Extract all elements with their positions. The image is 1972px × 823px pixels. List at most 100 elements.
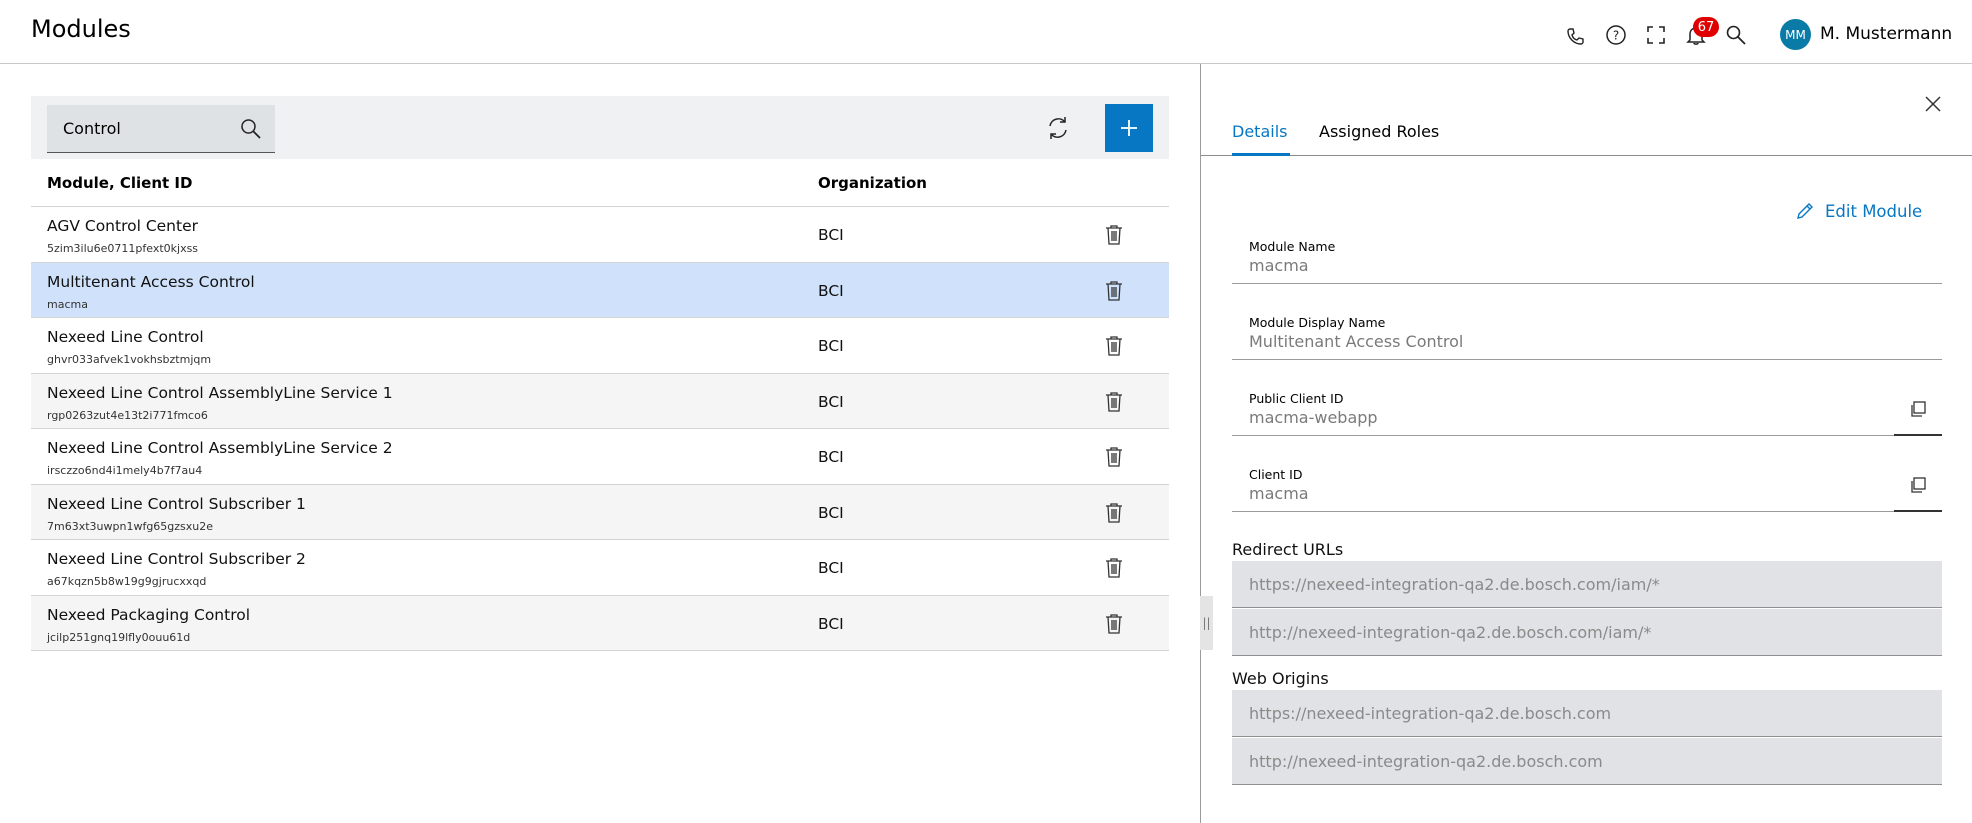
list-toolbar	[31, 96, 1169, 159]
column-header-organization[interactable]: Organization	[818, 174, 927, 192]
module-name-field: Module Name macma	[1232, 232, 1942, 284]
table-row[interactable]: Nexeed Line Control AssemblyLine Service…	[31, 429, 1169, 485]
module-client-id: a67kqzn5b8w19g9gjrucxxqd	[47, 575, 207, 588]
svg-text:?: ?	[1613, 29, 1619, 43]
redirect-url-text: http://nexeed-integration-qa2.de.bosch.c…	[1249, 623, 1652, 642]
delete-button[interactable]	[1103, 334, 1125, 358]
refresh-icon	[1049, 117, 1067, 139]
module-organization: BCI	[818, 392, 844, 411]
module-name: Multitenant Access Control	[47, 272, 255, 291]
table-row[interactable]: Nexeed Line Control Subscriber 2 a67kqzn5…	[31, 540, 1169, 596]
edit-module-label: Edit Module	[1825, 201, 1923, 221]
table-row[interactable]: AGV Control Center 5zim3ilu6e0711pfext0kj…	[31, 207, 1169, 263]
column-header-module[interactable]: Module, Client ID	[47, 174, 192, 192]
copy-icon	[1911, 401, 1926, 417]
module-name: Nexeed Line Control AssemblyLine Service…	[47, 383, 393, 402]
top-bar: Modules ? 67 MM M. Mustermann	[0, 0, 1972, 64]
module-client-id: 7m63xt3uwpn1wfg65gzsxu2e	[47, 519, 214, 533]
module-organization: BCI	[818, 226, 844, 244]
table-row[interactable]: Nexeed Line Control ghvr033afvek1vokhsbzt…	[31, 318, 1169, 374]
web-origin-text: https://nexeed-integration-qa2.de.bosch.…	[1249, 704, 1612, 723]
module-client-id: irsczzo6nd4i1mely4b7f7au4	[47, 464, 203, 477]
delete-button[interactable]	[1103, 612, 1125, 636]
trash-icon	[1106, 280, 1122, 301]
search-icon[interactable]	[1724, 23, 1748, 47]
pencil-icon	[1797, 203, 1813, 219]
trash-icon	[1106, 391, 1122, 412]
user-name[interactable]: M. Mustermann	[1820, 24, 1952, 44]
panel-divider	[1200, 64, 1201, 823]
module-organization: BCI	[818, 281, 844, 300]
table-header: Module, Client ID Organization	[31, 159, 1169, 207]
field-label: Client ID	[1249, 467, 1303, 482]
delete-button[interactable]	[1103, 501, 1125, 525]
web-origin-item: http://nexeed-integration-qa2.de.bosch.c…	[1232, 738, 1942, 785]
redirect-url-item: https://nexeed-integration-qa2.de.bosch.…	[1232, 561, 1942, 608]
table-row[interactable]: Multitenant Access Control macma BCI	[31, 262, 1169, 318]
module-organization: BCI	[818, 337, 844, 355]
redirect-urls-title: Redirect URLs	[1232, 540, 1344, 559]
trash-icon	[1106, 502, 1122, 523]
table-row[interactable]: Nexeed Packaging Control jcilp251gnq19lfl…	[31, 595, 1169, 651]
copy-public-client-id-button[interactable]	[1894, 384, 1942, 436]
plus-icon	[1121, 120, 1137, 136]
redirect-url-item: http://nexeed-integration-qa2.de.bosch.c…	[1232, 609, 1942, 656]
redirect-url-text: https://nexeed-integration-qa2.de.bosch.…	[1249, 575, 1660, 594]
notification-badge: 67	[1693, 17, 1719, 37]
trash-icon	[1106, 336, 1122, 356]
search-input[interactable]	[63, 105, 233, 151]
module-name: Nexeed Line Control AssemblyLine Service…	[47, 439, 393, 457]
field-value: Multitenant Access Control	[1249, 332, 1464, 351]
table-row[interactable]: Nexeed Line Control Subscriber 1 7m63xt3u…	[31, 484, 1169, 540]
tab-details[interactable]: Details	[1232, 122, 1287, 141]
module-client-id: rgp0263zut4e13t2i771fmco6	[47, 408, 208, 422]
field-value: macma-webapp	[1249, 408, 1378, 427]
fullscreen-icon[interactable]	[1644, 23, 1668, 47]
page-title: Modules	[31, 15, 131, 43]
modules-table: Module, Client ID Organization AGV Contr…	[31, 159, 1169, 651]
module-organization: BCI	[818, 559, 844, 577]
active-tab-indicator	[1232, 153, 1290, 156]
table-row[interactable]: Nexeed Line Control AssemblyLine Service…	[31, 373, 1169, 429]
field-label: Public Client ID	[1249, 391, 1344, 406]
delete-button[interactable]	[1103, 223, 1125, 247]
delete-button[interactable]	[1103, 445, 1125, 469]
trash-icon	[1106, 225, 1122, 245]
module-client-id: 5zim3ilu6e0711pfext0kjxss	[47, 242, 199, 255]
refresh-button[interactable]	[1043, 113, 1073, 143]
module-name: Nexeed Line Control Subscriber 1	[47, 494, 306, 513]
tab-assigned-roles[interactable]: Assigned Roles	[1319, 122, 1439, 141]
trash-icon	[1106, 447, 1122, 467]
delete-button[interactable]	[1103, 279, 1125, 303]
web-origin-text: http://nexeed-integration-qa2.de.bosch.c…	[1249, 752, 1603, 771]
copy-client-id-button[interactable]	[1894, 460, 1942, 512]
trash-icon	[1106, 558, 1122, 578]
module-organization: BCI	[818, 614, 844, 633]
module-name: Nexeed Line Control Subscriber 2	[47, 550, 306, 568]
search-field[interactable]	[47, 105, 275, 153]
delete-button[interactable]	[1103, 556, 1125, 580]
delete-button[interactable]	[1103, 390, 1125, 414]
web-origins-title: Web Origins	[1232, 669, 1329, 688]
detail-tabs: Details Assigned Roles	[1201, 112, 1972, 156]
edit-module-button[interactable]: Edit Module	[1795, 201, 1922, 221]
search-icon[interactable]	[239, 117, 263, 141]
resize-handle[interactable]: ||	[1200, 596, 1213, 650]
field-value: macma	[1249, 484, 1309, 503]
module-organization: BCI	[818, 503, 844, 522]
module-name: Nexeed Packaging Control	[47, 605, 251, 624]
module-client-id: jcilp251gnq19lfly0ouu61d	[47, 630, 191, 644]
web-origin-item: https://nexeed-integration-qa2.de.bosch.…	[1232, 690, 1942, 737]
avatar[interactable]: MM	[1780, 19, 1811, 50]
field-label: Module Name	[1249, 239, 1336, 254]
copy-icon	[1911, 477, 1926, 493]
add-module-button[interactable]	[1105, 104, 1153, 152]
client-id-field: Client ID macma	[1232, 460, 1942, 512]
trash-icon	[1106, 613, 1122, 634]
field-label: Module Display Name	[1249, 315, 1386, 330]
phone-icon[interactable]	[1563, 25, 1587, 49]
help-icon[interactable]: ?	[1604, 23, 1628, 47]
field-value: macma	[1249, 256, 1309, 275]
module-display-name-field: Module Display Name Multitenant Access C…	[1232, 308, 1942, 360]
module-name: AGV Control Center	[47, 217, 198, 235]
